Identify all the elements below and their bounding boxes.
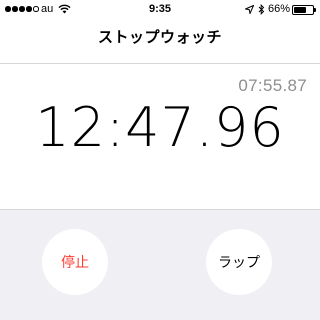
stopwatch-screen: au 9:35 66% ストップウォッチ 07:55.87 12:47.96 停… — [0, 0, 320, 320]
status-bar: au 9:35 66% — [0, 0, 320, 20]
stop-button[interactable]: 停止 — [42, 229, 108, 295]
battery-cap — [314, 8, 316, 12]
stop-button-label: 停止 — [61, 255, 89, 271]
lap-button[interactable]: ラップ — [206, 229, 272, 295]
bluetooth-icon — [258, 3, 265, 18]
battery-percent: 66% — [268, 3, 291, 15]
location-icon — [243, 4, 255, 17]
battery-fill — [294, 7, 306, 13]
battery-icon — [292, 5, 314, 15]
lap-time-display: 07:55.87 — [238, 76, 307, 95]
main-time-display: 12:47.96 — [35, 96, 285, 159]
control-panel: 停止 ラップ — [0, 209, 320, 320]
page-title: ストップウォッチ — [97, 28, 222, 46]
lap-button-label: ラップ — [218, 255, 260, 271]
title-divider — [0, 63, 320, 64]
